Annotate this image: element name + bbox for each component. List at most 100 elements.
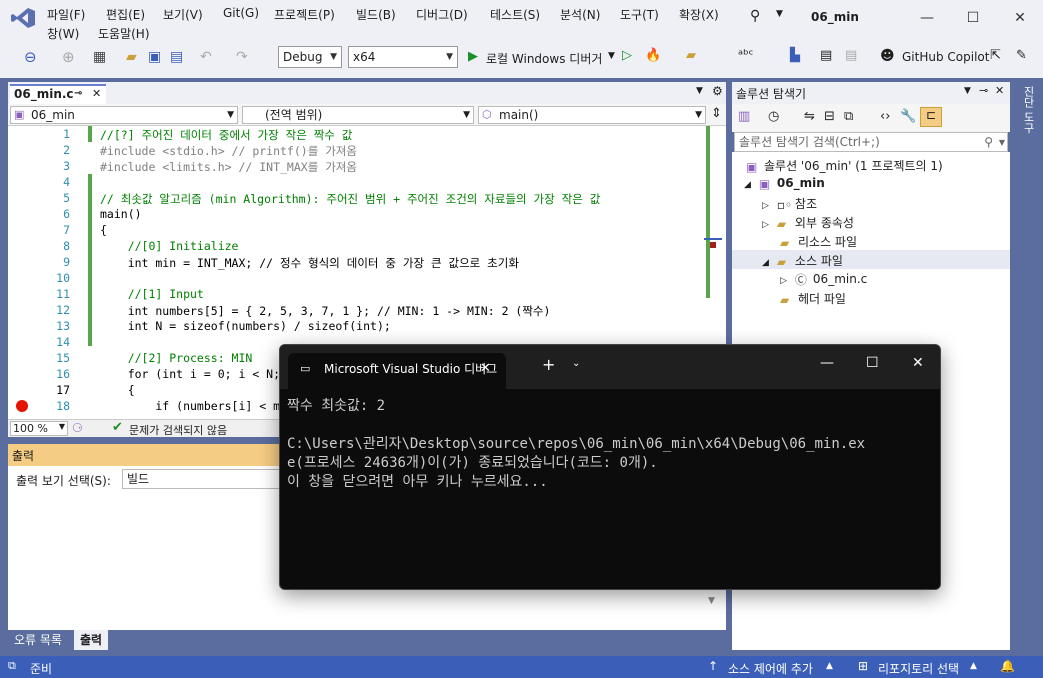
project-select[interactable]: ▣ 06_min ▼	[10, 106, 238, 124]
comment-icon[interactable]: ▤	[820, 48, 832, 63]
tree-project[interactable]: ◢ ▣ 06_min	[744, 176, 825, 191]
code-line[interactable]: int numbers[5] = { 2, 5, 3, 7, 1 }; // M…	[100, 303, 551, 319]
pin-icon[interactable]: ⊸	[74, 88, 82, 99]
tree-header-files[interactable]: ▰ 헤더 파일	[780, 290, 846, 307]
forward-icon[interactable]: ⊕	[62, 47, 75, 67]
menu-window[interactable]: 창(W)	[47, 25, 79, 42]
code-view-icon[interactable]: ‹›	[880, 109, 890, 124]
breakpoint-icon[interactable]	[16, 400, 28, 412]
code-line[interactable]: //[1] Input	[100, 287, 204, 301]
code-line[interactable]: int N = sizeof(numbers) / sizeof(int);	[100, 319, 391, 333]
properties-icon[interactable]: 🔧	[900, 109, 916, 124]
spell-check-icon[interactable]: ᵃᵇᶜ	[738, 48, 753, 63]
pin-icon[interactable]: ⊸	[979, 84, 988, 97]
scroll-down-icon[interactable]: ▼	[708, 596, 715, 606]
chevron-down-icon[interactable]: ▼	[964, 86, 971, 96]
debug-console-window[interactable]: ▭ Microsoft Visual Studio 디버그 ✕ + ⌄ — ☐ …	[279, 344, 941, 590]
code-line[interactable]: #include <limits.h> // INT_MAX를 가져옴	[100, 159, 357, 175]
new-tab-icon[interactable]: +	[542, 355, 555, 374]
preview-icon[interactable]: ⊏	[920, 107, 942, 127]
search-icon[interactable]: ⚲	[750, 8, 760, 24]
menu-view[interactable]: 보기(V)	[163, 6, 203, 23]
tree-references[interactable]: ▷ ▫◦ 참조	[762, 195, 817, 212]
chevron-down-icon[interactable]: ▼	[608, 51, 615, 61]
split-icon[interactable]: ⇕	[711, 106, 722, 121]
tab-diagnostic-tools[interactable]: 진단 도구	[1018, 86, 1036, 134]
menu-help[interactable]: 도움말(H)	[98, 25, 150, 42]
menu-debug[interactable]: 디버그(D)	[416, 6, 468, 23]
scope-select[interactable]: (전역 범위) ▼	[242, 106, 474, 124]
tree-resource-files[interactable]: ▰ 리소스 파일	[780, 233, 857, 250]
tab-error-list[interactable]: 오류 목록	[8, 630, 68, 650]
breakpoint-toggle-icon[interactable]: ▙	[790, 48, 800, 63]
tree-file-06-min-c[interactable]: ▷ Ⓒ 06_min.c	[780, 271, 867, 287]
menu-file[interactable]: 파일(F)	[47, 6, 85, 23]
switch-view-icon[interactable]: ▥	[738, 109, 750, 124]
close-icon[interactable]: ✕	[995, 84, 1004, 97]
chevron-down-icon[interactable]: ▼	[696, 86, 703, 96]
redo-icon[interactable]: ↷	[236, 47, 248, 67]
menu-tools[interactable]: 도구(T)	[620, 6, 659, 23]
run-debugger-button[interactable]: 로컬 Windows 디버거	[486, 50, 602, 67]
folder-icon[interactable]: ▰	[686, 48, 696, 63]
maximize-button[interactable]: ☐	[958, 6, 988, 30]
code-line[interactable]: //[2] Process: MIN	[100, 351, 253, 365]
code-line[interactable]: int min = INT_MAX; // 정수 형식의 데이터 중 가장 큰 …	[100, 255, 519, 271]
close-icon[interactable]: ✕	[92, 87, 101, 100]
tab-output[interactable]: 출력	[74, 630, 109, 650]
zoom-select[interactable]: 100 % ▼	[10, 421, 68, 436]
code-line[interactable]: {	[100, 383, 135, 397]
sync-icon[interactable]: ⇋	[804, 109, 815, 124]
tree-external-deps[interactable]: ▷ ▰ 외부 종속성	[762, 214, 854, 231]
chevron-down-icon[interactable]: ⌄	[572, 358, 580, 369]
close-button[interactable]: ✕	[1005, 6, 1035, 30]
open-folder-icon[interactable]: ▰	[126, 47, 137, 67]
share-icon[interactable]: ⇱	[990, 48, 1001, 63]
uncomment-icon[interactable]: ▤	[845, 48, 857, 63]
menu-analyze[interactable]: 분석(N)	[560, 6, 600, 23]
tree-solution[interactable]: ▣ 솔루션 '06_min' (1 프로젝트의 1)	[746, 157, 943, 174]
menu-edit[interactable]: 편집(E)	[106, 6, 145, 23]
console-tab[interactable]: ▭ Microsoft Visual Studio 디버그 ✕	[288, 353, 506, 389]
menu-git[interactable]: Git(G)	[223, 6, 259, 20]
copilot-icon[interactable]: ☻	[880, 48, 895, 64]
show-files-icon[interactable]: ⧉	[844, 109, 853, 124]
collapse-icon[interactable]: ⊟	[824, 109, 835, 124]
copilot-button[interactable]: GitHub Copilot	[902, 50, 989, 64]
menu-project[interactable]: 프로젝트(P)	[274, 6, 335, 23]
platform-select[interactable]: x64 ▼	[348, 46, 458, 68]
code-line[interactable]: if (numbers[i] < m	[100, 399, 280, 413]
run-without-debug-icon[interactable]: ▷	[622, 48, 632, 63]
code-line[interactable]: #include <stdio.h> // printf()를 가져옴	[100, 143, 357, 159]
output-source-select[interactable]: 빌드	[122, 469, 292, 489]
code-line[interactable]: for (int i = 0; i < N;	[100, 367, 280, 381]
save-all-icon[interactable]: ▤	[170, 47, 183, 67]
minimize-button[interactable]: —	[912, 6, 942, 30]
hot-reload-icon[interactable]: 🔥	[645, 48, 661, 63]
code-line[interactable]: //[0] Initialize	[100, 239, 239, 253]
code-line[interactable]: {	[100, 223, 107, 237]
code-line[interactable]: main()	[100, 207, 142, 221]
undo-icon[interactable]: ↶	[200, 47, 212, 67]
menu-test[interactable]: 테스트(S)	[490, 6, 540, 23]
close-tab-icon[interactable]: ✕	[480, 353, 491, 385]
config-select[interactable]: Debug ▼	[278, 46, 342, 68]
save-icon[interactable]: ▣	[148, 47, 161, 67]
issues-status[interactable]: 문제가 검색되지 않음	[129, 422, 227, 438]
play-icon[interactable]: ▶	[468, 49, 478, 64]
code-line[interactable]: // 최솟값 알고리즘 (min Algorithm): 주어진 범위 + 주어…	[100, 191, 600, 207]
menu-build[interactable]: 빌드(B)	[356, 6, 396, 23]
back-icon[interactable]: ⊖	[24, 47, 37, 67]
notification-bell-icon[interactable]: 🔔	[1000, 659, 1015, 673]
solution-search-input[interactable]: 솔루션 탐색기 검색(Ctrl+;) ⚲ ▼	[734, 132, 1008, 152]
close-button[interactable]: ✕	[912, 355, 924, 371]
minimize-button[interactable]: —	[820, 355, 834, 371]
history-icon[interactable]: ◷	[768, 109, 779, 124]
gear-icon[interactable]: ⚙	[712, 84, 723, 98]
tree-source-files[interactable]: ◢ ▰ 소스 파일	[732, 250, 1010, 269]
add-source-control-button[interactable]: 소스 제어에 추가	[728, 660, 813, 677]
new-project-icon[interactable]: ▦	[93, 47, 106, 67]
code-line[interactable]: //[?] 주어진 데이터 중에서 가장 작은 짝수 값	[100, 127, 352, 143]
tab-06-min-c[interactable]: 06_min.c ⊸ ✕	[10, 84, 106, 104]
select-repository-button[interactable]: 리포지토리 선택	[878, 660, 959, 677]
